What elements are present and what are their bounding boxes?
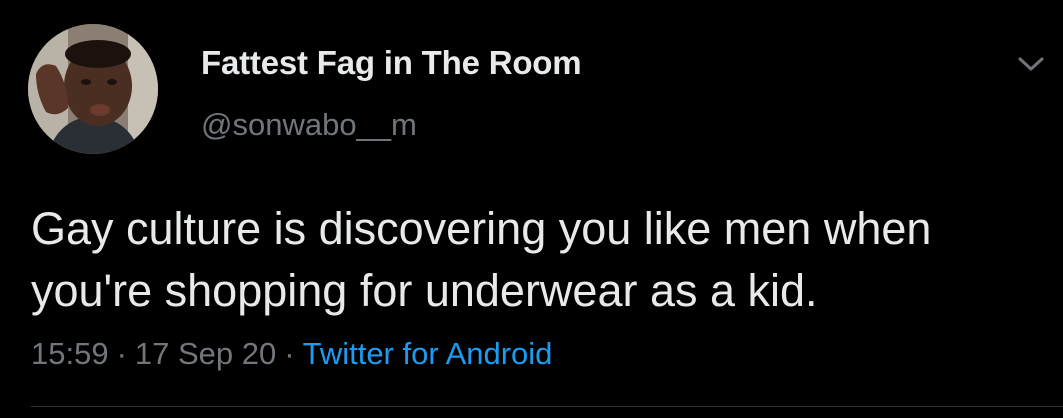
author-handle[interactable]: @sonwabo__m [201, 107, 417, 143]
chevron-down-icon[interactable] [1014, 50, 1048, 78]
tweet-source-link[interactable]: Twitter for Android [303, 336, 553, 371]
tweet-meta: 15:59 · 17 Sep 20 · Twitter for Android [31, 336, 552, 372]
divider [31, 406, 1063, 407]
tweet-text: Gay culture is discovering you like men … [31, 198, 1041, 322]
tweet-date[interactable]: 17 Sep 20 [135, 336, 276, 371]
avatar[interactable] [28, 24, 158, 154]
tweet-text-line: Gay culture is discovering you like men … [31, 203, 932, 254]
tweet-text-line: you're shopping for underwear as a kid. [31, 265, 818, 316]
meta-separator: · [116, 336, 127, 371]
meta-separator: · [284, 336, 295, 371]
author-display-name[interactable]: Fattest Fag in The Room [201, 44, 582, 82]
tweet: Fattest Fag in The Room @sonwabo__m Gay … [0, 0, 1063, 418]
profile-photo-icon [28, 24, 158, 154]
tweet-time[interactable]: 15:59 [31, 336, 109, 371]
